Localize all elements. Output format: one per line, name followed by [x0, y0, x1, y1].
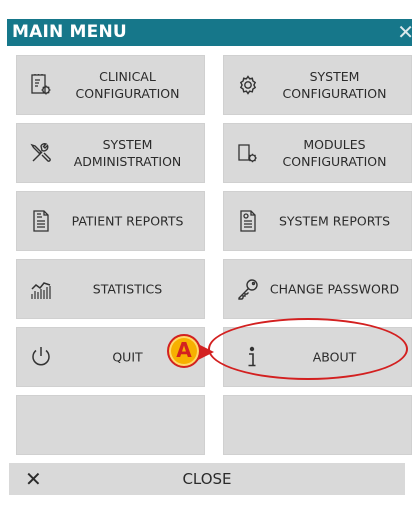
callout-badge-a: A: [167, 334, 201, 368]
statistics-icon: [29, 277, 53, 301]
system-configuration-button[interactable]: SYSTEM CONFIGURATION: [223, 55, 412, 115]
document-icon: [236, 209, 260, 233]
tile-label: CLINICAL CONFIGURATION: [75, 69, 180, 101]
tools-icon: [29, 141, 53, 165]
tile-label: ABOUT: [312, 349, 357, 365]
tile-label: MODULES CONFIGURATION: [282, 137, 387, 169]
power-icon: [29, 345, 53, 369]
patient-reports-button[interactable]: PATIENT REPORTS: [16, 191, 205, 251]
close-label: CLOSE: [182, 470, 232, 488]
system-reports-button[interactable]: SYSTEM REPORTS: [223, 191, 412, 251]
info-icon: [240, 345, 264, 369]
system-administration-button[interactable]: SYSTEM ADMINISTRATION: [16, 123, 205, 183]
clinical-config-icon: [29, 73, 53, 97]
clinical-configuration-button[interactable]: CLINICAL CONFIGURATION: [16, 55, 205, 115]
close-button[interactable]: ✕ CLOSE: [9, 463, 405, 495]
tile-label: SYSTEM REPORTS: [278, 213, 391, 229]
change-password-button[interactable]: CHANGE PASSWORD: [223, 259, 412, 319]
close-window-icon[interactable]: ✕: [397, 20, 412, 44]
tile-label: CHANGE PASSWORD: [269, 281, 400, 297]
main-menu-panel: MAIN MENU ✕ CLINICAL CONFIGURATION SYSTEM…: [7, 19, 412, 505]
about-button[interactable]: ABOUT: [223, 327, 412, 387]
key-icon: [236, 277, 260, 301]
title-bar: MAIN MENU ✕: [7, 19, 412, 46]
modules-config-icon: [236, 141, 260, 165]
document-icon: [29, 209, 53, 233]
empty-tile: [16, 395, 205, 455]
tile-label: STATISTICS: [92, 281, 163, 297]
empty-tile: [223, 395, 412, 455]
tile-label: PATIENT REPORTS: [71, 213, 184, 229]
modules-configuration-button[interactable]: MODULES CONFIGURATION: [223, 123, 412, 183]
menu-title: MAIN MENU: [12, 22, 127, 42]
gear-icon: [236, 73, 260, 97]
tile-label: SYSTEM CONFIGURATION: [282, 69, 387, 101]
statistics-button[interactable]: STATISTICS: [16, 259, 205, 319]
tile-label: SYSTEM ADMINISTRATION: [73, 137, 182, 169]
